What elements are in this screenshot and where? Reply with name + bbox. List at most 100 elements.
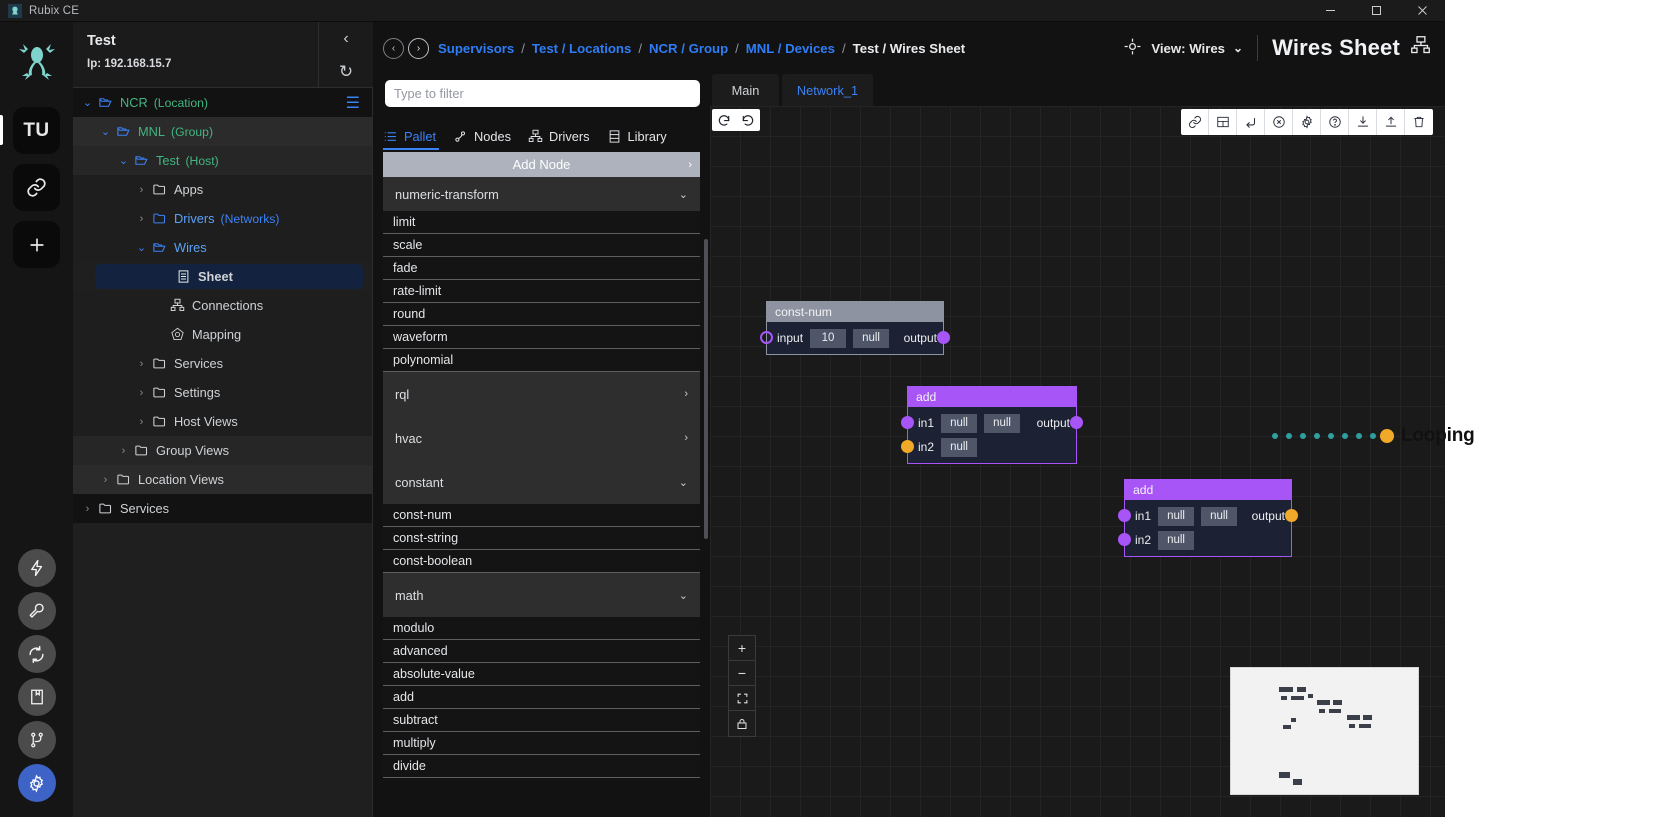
tree-item-connections[interactable]: Connections	[73, 291, 372, 320]
pallet-item-const-string[interactable]: const-string	[383, 527, 700, 550]
expand-chevron-icon[interactable]: ⌄	[117, 154, 130, 167]
input-port-in2[interactable]	[901, 440, 914, 453]
tree-item-test[interactable]: ⌄ Test (Host)	[73, 146, 372, 175]
pallet-scrollbar[interactable]	[704, 239, 708, 539]
refresh-button[interactable]: ↻	[319, 55, 373, 88]
tree-item-location-views[interactable]: › Location Views	[73, 465, 372, 494]
input-port-in1[interactable]	[901, 416, 914, 429]
tree-item-mnl[interactable]: ⌄ MNL (Group)	[73, 117, 372, 146]
rail-link-button[interactable]	[13, 164, 60, 211]
pallet-tab-library[interactable]: Library	[607, 129, 677, 150]
expand-chevron-icon[interactable]: ⌄	[99, 125, 112, 138]
rail-sync-button[interactable]	[17, 635, 56, 673]
expand-chevron-icon[interactable]: ›	[135, 358, 148, 370]
rail-add-button[interactable]	[13, 221, 60, 268]
tree-item-services[interactable]: › Services	[73, 349, 372, 378]
expand-chevron-icon[interactable]: ›	[135, 416, 148, 428]
expand-chevron-icon[interactable]: ›	[117, 445, 130, 457]
pallet-group-constant[interactable]: constant ⌄	[383, 460, 700, 504]
rail-book-button[interactable]	[17, 678, 56, 716]
pallet-tab-pallet[interactable]: Pallet	[383, 129, 446, 150]
expand-chevron-icon[interactable]: ⌄	[135, 241, 148, 254]
pallet-group-math[interactable]: math ⌄	[383, 573, 700, 617]
node-add-2[interactable]: add in1 null null output in2 null	[1118, 479, 1298, 557]
tree-item-drivers[interactable]: › Drivers (Networks)	[73, 204, 372, 233]
input-port[interactable]	[760, 331, 773, 344]
expand-chevron-icon[interactable]: ›	[135, 213, 148, 225]
pallet-item-waveform[interactable]: waveform	[383, 326, 700, 349]
output-port[interactable]	[1285, 509, 1298, 522]
nav-back-button[interactable]: ‹	[383, 37, 404, 59]
avatar[interactable]: TU	[13, 107, 60, 154]
canvas-tab-network_1[interactable]: Network_1	[782, 74, 873, 106]
nav-forward-button[interactable]: ›	[408, 37, 429, 59]
pallet-item-absolute-value[interactable]: absolute-value	[383, 663, 700, 686]
tree-item-apps[interactable]: › Apps	[73, 175, 372, 204]
filter-input[interactable]: Type to filter	[385, 80, 700, 107]
close-button[interactable]	[1399, 0, 1445, 22]
pallet-item-scale[interactable]: scale	[383, 234, 700, 257]
zoom-in-button[interactable]: +	[729, 636, 755, 661]
breadcrumb-item-1[interactable]: Test / Locations	[532, 41, 631, 56]
tree-item-mapping[interactable]: Mapping	[73, 320, 372, 349]
breadcrumb-item-2[interactable]: NCR / Group	[649, 41, 728, 56]
fit-view-button[interactable]	[729, 686, 755, 711]
output-port[interactable]	[937, 331, 950, 344]
pallet-item-const-boolean[interactable]: const-boolean	[383, 550, 700, 573]
pallet-item-polynomial[interactable]: polynomial	[383, 349, 700, 372]
pallet-tab-drivers[interactable]: Drivers	[528, 129, 600, 150]
expand-chevron-icon[interactable]: ›	[99, 474, 112, 486]
tree-menu-icon[interactable]: ☰	[346, 96, 360, 112]
pallet-tab-nodes[interactable]: Nodes	[453, 129, 521, 150]
tree-item-wires[interactable]: ⌄ Wires	[73, 233, 372, 262]
expand-chevron-icon[interactable]: ⌄	[81, 96, 94, 109]
collapse-panel-button[interactable]: ‹	[319, 22, 373, 55]
zoom-out-button[interactable]: −	[729, 661, 755, 686]
pallet-group-rql[interactable]: rql ›	[383, 372, 700, 416]
breadcrumb-item-0[interactable]: Supervisors	[438, 41, 514, 56]
tree-item-group-views[interactable]: › Group Views	[73, 436, 372, 465]
tree-item-host-views[interactable]: › Host Views	[73, 407, 372, 436]
tree-item-ncr[interactable]: ⌄ NCR (Location) ☰	[73, 88, 372, 117]
expand-chevron-icon[interactable]: ›	[135, 387, 148, 399]
pallet-item-limit[interactable]: limit	[383, 211, 700, 234]
input-port-in2[interactable]	[1118, 533, 1131, 546]
rail-branch-button[interactable]	[17, 721, 56, 759]
port-value[interactable]: null	[941, 413, 978, 433]
pallet-item-fade[interactable]: fade	[383, 257, 700, 280]
node-add-1[interactable]: add in1 null null output in2 null	[901, 386, 1083, 464]
pallet-item-subtract[interactable]: subtract	[383, 709, 700, 732]
maximize-button[interactable]	[1353, 0, 1399, 22]
input-port-in1[interactable]	[1118, 509, 1131, 522]
pallet-item-add[interactable]: add	[383, 686, 700, 709]
pallet-list[interactable]: Add Node › numeric-transform ⌄ limit scale f…	[383, 152, 700, 817]
expand-chevron-icon[interactable]: ›	[81, 503, 94, 515]
pallet-item-advanced[interactable]: advanced	[383, 640, 700, 663]
pallet-item-modulo[interactable]: modulo	[383, 617, 700, 640]
minimap[interactable]	[1230, 667, 1419, 795]
add-node-button[interactable]: Add Node ›	[383, 152, 700, 177]
rail-wrench-button[interactable]	[17, 592, 56, 630]
port-value[interactable]: null	[1158, 506, 1195, 526]
rail-flash-button[interactable]	[17, 549, 56, 587]
minimize-button[interactable]	[1307, 0, 1353, 22]
rail-settings-button[interactable]	[17, 764, 56, 802]
view-selector[interactable]: View: Wires ⌄	[1123, 37, 1243, 59]
pallet-item-round[interactable]: round	[383, 303, 700, 326]
pallet-item-multiply[interactable]: multiply	[383, 732, 700, 755]
lock-button[interactable]	[729, 711, 755, 736]
node-const-num[interactable]: const-num input 10 null output	[760, 301, 950, 355]
port-value[interactable]: 10	[810, 328, 847, 348]
port-value[interactable]: null	[941, 437, 978, 457]
pallet-item-divide[interactable]: divide	[383, 755, 700, 778]
tree-item-services[interactable]: › Services	[73, 494, 372, 523]
expand-chevron-icon[interactable]: ›	[135, 184, 148, 196]
tree-item-settings[interactable]: › Settings	[73, 378, 372, 407]
tree-item-sheet[interactable]: Sheet	[73, 262, 372, 291]
pallet-group-hvac[interactable]: hvac ›	[383, 416, 700, 460]
pallet-group-numeric-transform[interactable]: numeric-transform ⌄	[383, 177, 700, 211]
pallet-item-rate-limit[interactable]: rate-limit	[383, 280, 700, 303]
output-port[interactable]	[1070, 416, 1083, 429]
breadcrumb-item-3[interactable]: MNL / Devices	[746, 41, 835, 56]
pallet-item-const-num[interactable]: const-num	[383, 504, 700, 527]
